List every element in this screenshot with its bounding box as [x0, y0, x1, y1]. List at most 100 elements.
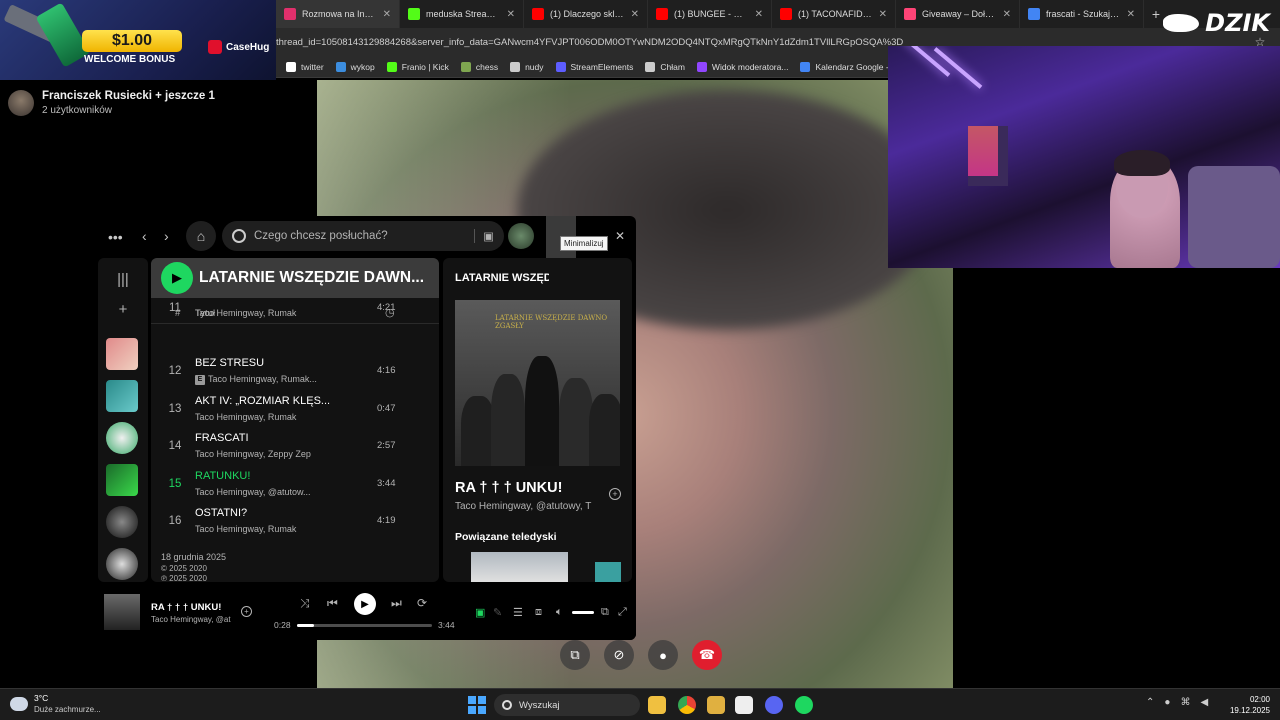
track-number: 12: [168, 365, 182, 378]
close-icon[interactable]: ✕: [615, 229, 625, 243]
bookmark[interactable]: chess: [460, 61, 498, 72]
track-row[interactable]: 14 FRASCATI Taco Hemingway, Zeppy Zep 2:57: [151, 428, 439, 465]
artist-thumb[interactable]: [106, 548, 138, 580]
volume-slider[interactable]: [572, 611, 594, 614]
artist-thumb[interactable]: [106, 422, 138, 454]
lyrics-icon[interactable]: ✎: [493, 606, 502, 619]
queue-icon[interactable]: ☰: [513, 606, 523, 619]
shuffle-icon[interactable]: ⤨: [300, 596, 310, 611]
chrome-icon[interactable]: [678, 696, 696, 714]
share-screen-button[interactable]: ⧉: [560, 640, 590, 670]
start-button[interactable]: [468, 696, 486, 714]
browser-tab[interactable]: frascati - Szukaj w G... ✕: [1020, 0, 1144, 28]
fullscreen-icon[interactable]: ⤢: [618, 606, 627, 619]
bookmark[interactable]: nudy: [510, 61, 544, 72]
artist-thumb[interactable]: [106, 506, 138, 538]
gaming-chair: [1188, 166, 1280, 268]
volume-icon[interactable]: 🔈︎: [556, 606, 563, 619]
chevron-up-icon[interactable]: ⌃: [1146, 697, 1154, 708]
next-icon[interactable]: ⏭: [391, 596, 402, 611]
end-call-button[interactable]: ☎: [692, 640, 722, 670]
track-artist: E Taco Hemingway, Rumak...: [195, 374, 317, 386]
profile-avatar[interactable]: [508, 223, 534, 249]
file-explorer-icon[interactable]: [648, 696, 666, 714]
browser-tab[interactable]: Giveaway – Dołącz i... ✕: [896, 0, 1020, 28]
spotify-search-input[interactable]: Czego chcesz posłuchać? ▣: [222, 221, 504, 251]
browser-tab[interactable]: Rozmowa na Inst... ✕: [276, 0, 400, 28]
app-icon[interactable]: [735, 696, 753, 714]
close-tab-icon[interactable]: ✕: [1003, 9, 1011, 20]
taskbar-search[interactable]: Wyszukaj: [494, 694, 640, 716]
track-title: RATUNKU!: [195, 469, 251, 482]
track-duration: 4:19: [377, 515, 396, 526]
now-playing-cover[interactable]: [104, 594, 140, 630]
previous-icon[interactable]: ⏮: [327, 596, 338, 611]
toggle-mic-button[interactable]: ●: [648, 640, 678, 670]
close-tab-icon[interactable]: ✕: [755, 9, 763, 20]
track-row[interactable]: 16 OSTATNI? Taco Hemingway, Rumak 4:19: [151, 503, 439, 540]
now-playing-view-icon[interactable]: ▣: [475, 606, 485, 619]
clock[interactable]: 02:00 19.12.2025: [1226, 694, 1270, 716]
close-tab-icon[interactable]: ✕: [631, 9, 639, 20]
avatar[interactable]: [8, 90, 34, 116]
close-tab-icon[interactable]: ✕: [507, 9, 515, 20]
weather-widget[interactable]: 3°C Duże zachmurze...: [10, 693, 101, 714]
bookmark[interactable]: StreamElements: [555, 61, 634, 72]
related-video-thumb[interactable]: [471, 552, 568, 582]
forward-arrow-icon[interactable]: ›: [164, 228, 169, 244]
track-row[interactable]: 12 BEZ STRESU E Taco Hemingway, Rumak... 4:1…: [151, 353, 439, 390]
track-artist: Taco Hemingway, Rumak: [195, 524, 296, 534]
mini-player-icon[interactable]: ⧉: [601, 606, 609, 619]
related-video-thumb[interactable]: [595, 562, 621, 582]
cover-figure: [525, 356, 559, 466]
playlist-thumb[interactable]: [106, 464, 138, 496]
close-tab-icon[interactable]: ✕: [383, 9, 391, 20]
browser-tab[interactable]: (1) Dlaczego skle... ✕: [524, 0, 648, 28]
repeat-icon[interactable]: ⟳: [417, 596, 427, 610]
home-button[interactable]: ⌂: [186, 221, 216, 251]
player-song-title[interactable]: RA † † † UNKU!: [151, 602, 221, 613]
bookmark[interactable]: twitter: [286, 61, 324, 72]
network-icon[interactable]: ⌘: [1180, 697, 1190, 708]
connect-device-icon[interactable]: ⧈: [535, 606, 542, 619]
playlist-thumb[interactable]: [106, 380, 138, 412]
bookmark[interactable]: wykop: [335, 61, 375, 72]
close-tab-icon[interactable]: ✕: [879, 9, 887, 20]
playlist-thumb[interactable]: [106, 338, 138, 370]
browser-tab[interactable]: meduska Stream - W... ✕: [400, 0, 524, 28]
track-row[interactable]: 15 RATUNKU! Taco Hemingway, @atutow... 3:44: [151, 466, 439, 503]
player-artist[interactable]: Taco Hemingway, @at: [151, 615, 231, 624]
now-playing-artist[interactable]: Taco Hemingway, @atutowy, T: [455, 501, 605, 512]
library-icon[interactable]: |||: [112, 268, 134, 290]
discord-icon[interactable]: [765, 696, 783, 714]
app-icon[interactable]: [707, 696, 725, 714]
track-row[interactable]: 11 Taco Hemingway, Rumak 4:21: [151, 302, 439, 339]
track-row[interactable]: 13 AKT IV: „ROZMIAR KLĘS... Taco Hemingway…: [151, 391, 439, 428]
back-arrow-icon[interactable]: ‹: [142, 228, 147, 244]
plus-icon[interactable]: +: [112, 298, 134, 320]
casino-ad-overlay[interactable]: $1.00 WELCOME BONUS CaseHug: [0, 0, 276, 80]
browser-tab[interactable]: (1) BUNGEE - DZYŃ... ✕: [648, 0, 772, 28]
bookmark[interactable]: Chłam: [645, 61, 685, 72]
toggle-camera-button[interactable]: ⊘: [604, 640, 634, 670]
bookmark[interactable]: Kalendarz Google -...: [800, 61, 896, 72]
add-to-library-icon[interactable]: +: [609, 488, 621, 500]
bookmark[interactable]: Widok moderatora...: [696, 61, 788, 72]
play-playlist-button[interactable]: ▶: [161, 262, 193, 294]
now-playing-song[interactable]: RA † † † UNKU!: [455, 480, 562, 496]
browse-icon[interactable]: ▣: [474, 229, 494, 243]
microphone-icon[interactable]: ●: [1164, 697, 1170, 708]
bookmark-label: StreamElements: [570, 61, 634, 72]
progress-bar[interactable]: [297, 624, 432, 627]
play-pause-button[interactable]: ▶: [354, 593, 376, 615]
casehug-logo-icon: [208, 40, 222, 54]
add-to-library-icon[interactable]: +: [241, 606, 252, 617]
spotify-icon[interactable]: [795, 696, 813, 714]
close-tab-icon[interactable]: ✕: [1127, 9, 1135, 20]
volume-icon[interactable]: ◀: [1200, 697, 1208, 708]
more-options-icon[interactable]: •••: [108, 229, 123, 245]
player-bar: RA † † † UNKU! Taco Hemingway, @at + ⤨ ⏮…: [94, 582, 636, 640]
globe-icon: [645, 61, 656, 72]
browser-tab[interactable]: (1) TACONAFIDE - Kr... ✕: [772, 0, 896, 28]
bookmark[interactable]: Franio | Kick: [386, 61, 449, 72]
